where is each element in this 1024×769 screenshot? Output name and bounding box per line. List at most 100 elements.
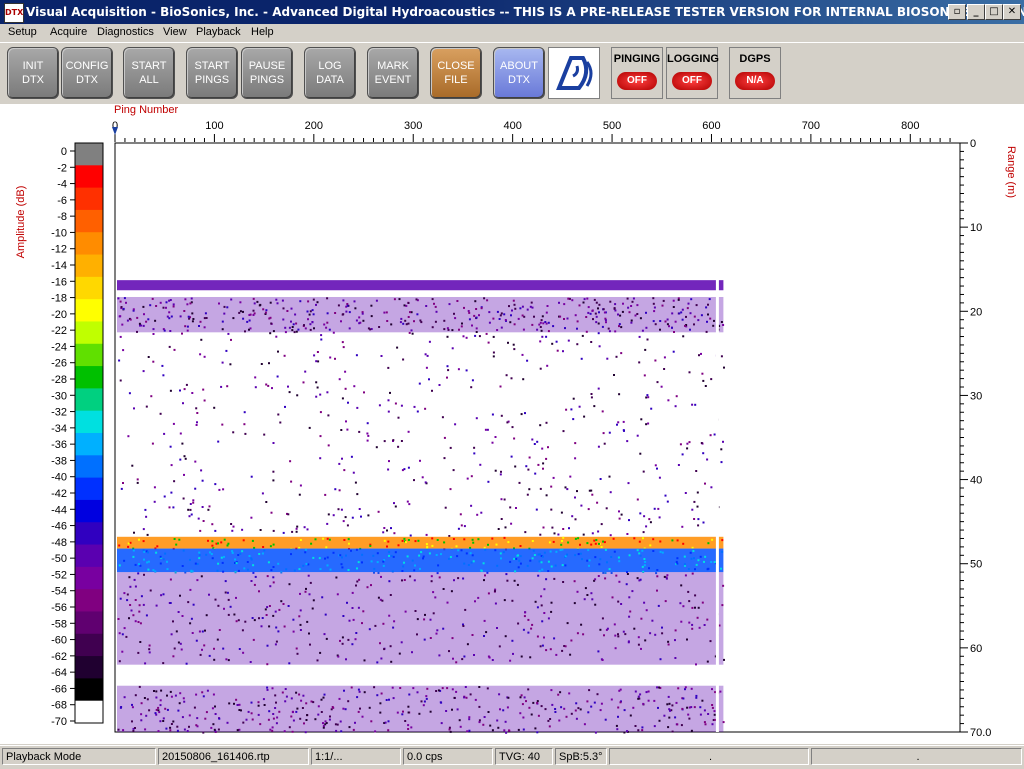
echo-sample xyxy=(160,594,163,597)
echo-sample xyxy=(271,387,273,390)
echo-sample xyxy=(662,299,665,302)
menu-view[interactable]: View xyxy=(163,26,187,38)
echo-sample xyxy=(118,544,121,547)
echo-sample xyxy=(400,317,403,320)
echo-sample xyxy=(613,623,616,626)
echo-sample xyxy=(295,691,298,694)
echo-sample xyxy=(644,560,647,563)
echo-sample xyxy=(661,626,663,629)
echo-sample xyxy=(272,442,275,444)
echo-sample xyxy=(672,306,675,308)
echo-sample xyxy=(203,326,206,329)
echo-sample xyxy=(710,561,713,563)
menu-acquire[interactable]: Acquire xyxy=(50,26,87,38)
echo-sample xyxy=(121,650,124,653)
echo-sample xyxy=(640,418,643,421)
echo-sample xyxy=(547,321,550,324)
start-pings-button[interactable]: START PINGS xyxy=(186,47,238,99)
echo-sample xyxy=(671,312,674,315)
echo-sample xyxy=(617,556,620,559)
echo-sample xyxy=(414,564,416,567)
echo-sample xyxy=(388,580,391,583)
echo-sample xyxy=(389,594,392,596)
echo-sample xyxy=(355,548,358,551)
echo-sample xyxy=(429,618,432,621)
echo-sample xyxy=(339,554,342,557)
echo-sample xyxy=(431,389,433,392)
echo-sample xyxy=(453,696,456,699)
echo-sample xyxy=(376,694,379,697)
pause-pings-button[interactable]: PAUSE PINGS xyxy=(241,47,293,99)
log-data-button[interactable]: LOG DATA xyxy=(304,47,356,99)
echo-sample xyxy=(688,621,691,624)
echo-sample xyxy=(190,569,193,572)
minimize-icon[interactable]: _ xyxy=(967,4,985,20)
echo-sample xyxy=(475,316,478,319)
echo-sample xyxy=(397,544,400,547)
config-dtx-button[interactable]: CONFIG DTX xyxy=(61,47,113,99)
echo-sample xyxy=(425,543,428,546)
echogram-view[interactable]: Ping Number 0 100 200 300 400 500 600 700 800 Am… xyxy=(0,104,1024,744)
start-all-button[interactable]: START ALL xyxy=(123,47,175,99)
echo-sample xyxy=(466,643,469,646)
menu-setup[interactable]: Setup xyxy=(8,26,37,38)
echo-sample xyxy=(534,600,537,603)
menu-diagnostics[interactable]: Diagnostics xyxy=(97,26,154,38)
echo-sample xyxy=(264,608,267,611)
echo-sample xyxy=(545,421,548,424)
echo-sample xyxy=(145,614,148,617)
init-dtx-button[interactable]: INIT DTX xyxy=(7,47,59,99)
echo-sample xyxy=(377,596,380,599)
echo-sample xyxy=(614,309,617,312)
echo-sample xyxy=(355,354,358,357)
echo-sample xyxy=(465,552,468,555)
close-icon[interactable]: ✕ xyxy=(1003,4,1021,20)
echo-sample xyxy=(491,413,494,416)
menu-help[interactable]: Help xyxy=(251,26,274,38)
echo-sample xyxy=(183,388,186,391)
echo-sample xyxy=(159,720,162,723)
echo-sample xyxy=(199,320,202,323)
echo-sample xyxy=(640,647,642,650)
echo-sample xyxy=(244,330,246,333)
echo-sample xyxy=(206,689,209,692)
echo-sample xyxy=(388,698,390,701)
colorbar-swatch xyxy=(75,656,103,679)
echo-sample xyxy=(341,397,344,400)
ping-tick-label: 800 xyxy=(901,120,919,132)
echo-sample xyxy=(543,636,545,639)
echo-sample xyxy=(446,365,449,368)
echo-sample xyxy=(489,724,492,727)
echo-sample xyxy=(121,323,124,326)
echo-sample xyxy=(556,349,559,352)
close-file-button[interactable]: CLOSE FILE xyxy=(430,47,482,99)
echo-sample xyxy=(425,366,428,369)
echo-sample xyxy=(327,414,330,417)
echo-sample xyxy=(615,574,618,577)
echo-sample xyxy=(504,526,507,529)
echogram-panel: Ping Number 0 100 200 300 400 500 600 700 800 Am… xyxy=(0,104,1024,744)
restore-icon[interactable]: ▫ xyxy=(948,4,966,20)
echo-sample xyxy=(383,648,386,651)
mark-event-button[interactable]: MARK EVENT xyxy=(367,47,419,99)
echo-sample xyxy=(290,553,292,556)
echo-sample xyxy=(471,634,474,636)
echo-sample xyxy=(413,579,416,582)
menu-playback[interactable]: Playback xyxy=(196,26,241,38)
echo-sample xyxy=(722,440,724,443)
echo-sample xyxy=(409,575,412,578)
maximize-icon[interactable]: □ xyxy=(985,4,1003,20)
echo-sample xyxy=(488,321,491,324)
echo-sample xyxy=(387,366,390,369)
echo-sample xyxy=(317,705,320,708)
echo-sample xyxy=(440,553,442,556)
echo-sample xyxy=(132,549,135,552)
echo-sample xyxy=(687,302,690,305)
echo-sample xyxy=(684,324,686,327)
echo-sample xyxy=(138,322,141,325)
echo-sample xyxy=(269,301,272,304)
about-dtx-button[interactable]: ABOUT DTX xyxy=(493,47,545,99)
echo-sample xyxy=(608,330,611,333)
echo-sample xyxy=(498,645,501,648)
echo-sample xyxy=(136,481,139,484)
